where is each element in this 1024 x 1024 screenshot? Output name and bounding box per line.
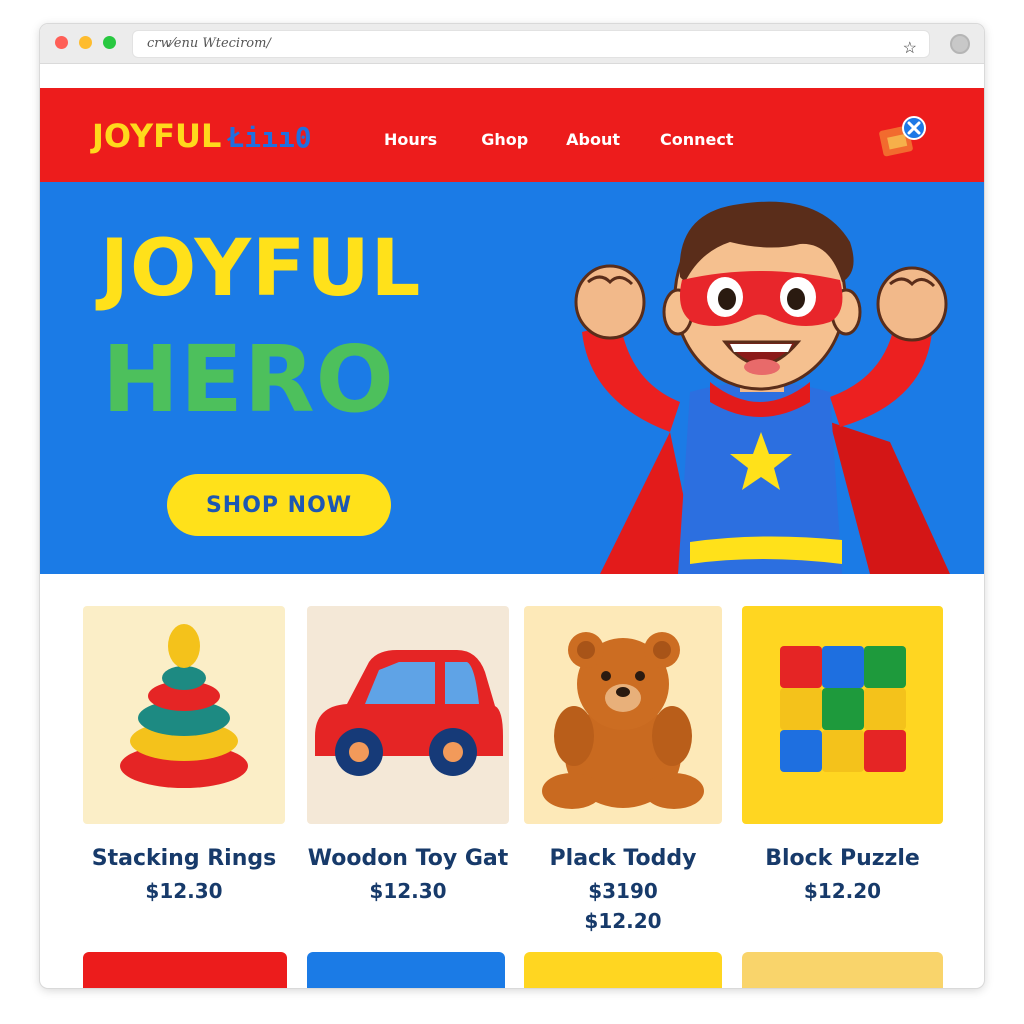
product-price-secondary: $12.20 bbox=[584, 909, 662, 933]
browser-window: crw⁄enu Wtecirom/ ☆ JOYFUL Łı̇ıı0 Hours G… bbox=[40, 24, 984, 988]
product-card-row2[interactable] bbox=[307, 952, 505, 988]
product-card-row2[interactable] bbox=[524, 952, 722, 988]
product-name: Woodon Toy Gat bbox=[307, 846, 509, 871]
nav-link-hours[interactable]: Hours bbox=[384, 130, 437, 149]
block-puzzle-icon bbox=[780, 646, 906, 772]
product-card-row2[interactable] bbox=[742, 952, 943, 988]
product-card[interactable]: Woodon Toy Gat $12.30 bbox=[307, 606, 509, 903]
superhero-kid-illustration bbox=[574, 201, 950, 574]
logo-word-2: Łı̇ıı0 bbox=[227, 121, 312, 154]
nav-link-shop[interactable]: Ghop bbox=[481, 130, 528, 149]
product-card[interactable]: Block Puzzle $12.20 bbox=[742, 606, 943, 903]
product-grid: Stacking Rings $12.30 Woodon Toy Gat $12… bbox=[40, 574, 984, 988]
product-image-block-puzzle[interactable] bbox=[742, 606, 943, 824]
product-card-row2[interactable] bbox=[83, 952, 287, 988]
product-price: $12.20 bbox=[803, 879, 882, 903]
product-card[interactable]: Plack Toddy $3190 $12.20 bbox=[524, 606, 722, 933]
toolbar-strip bbox=[40, 64, 984, 88]
teddy-bear-icon bbox=[542, 632, 704, 809]
product-image-teddy[interactable] bbox=[524, 606, 722, 824]
hero-title-line-1: JOYFUL bbox=[100, 224, 422, 314]
nav-link-connect[interactable]: Connect bbox=[660, 130, 734, 149]
address-text: crw⁄enu Wtecirom/ bbox=[147, 36, 271, 51]
minimize-window-icon[interactable] bbox=[79, 36, 92, 49]
hero-banner: JOYFUL HERO SHOP NOW bbox=[40, 182, 984, 574]
product-image-stacking-rings[interactable] bbox=[83, 606, 285, 824]
product-price: $12.30 bbox=[369, 879, 447, 903]
browser-chrome: crw⁄enu Wtecirom/ ☆ bbox=[40, 24, 984, 64]
toy-car-icon bbox=[315, 650, 503, 776]
profile-icon[interactable] bbox=[950, 34, 970, 54]
maximize-window-icon[interactable] bbox=[103, 36, 116, 49]
address-bar[interactable]: crw⁄enu Wtecirom/ ☆ bbox=[132, 30, 930, 58]
close-window-icon[interactable] bbox=[55, 36, 68, 49]
shopping-bag-icon bbox=[879, 116, 926, 157]
cart-button[interactable] bbox=[878, 116, 930, 162]
logo-word-1: JOYFUL bbox=[92, 117, 222, 155]
product-image-wooden-toy-car[interactable] bbox=[307, 606, 509, 824]
site-logo[interactable]: JOYFUL Łı̇ıı0 bbox=[92, 117, 312, 155]
product-card[interactable]: Stacking Rings $12.30 bbox=[83, 606, 285, 903]
hero-title-line-2: HERO bbox=[102, 326, 395, 433]
stacking-rings-icon bbox=[120, 624, 248, 788]
nav-link-about[interactable]: About bbox=[566, 130, 620, 149]
nav-links: Hours Ghop About Connect bbox=[384, 130, 734, 149]
product-price: $3190 bbox=[588, 879, 658, 903]
bookmark-star-icon[interactable]: ☆ bbox=[903, 35, 917, 61]
site-navbar: JOYFUL Łı̇ıı0 Hours Ghop About Connect bbox=[40, 88, 984, 182]
shop-now-button[interactable]: SHOP NOW bbox=[167, 474, 391, 536]
product-name: Stacking Rings bbox=[91, 846, 277, 871]
product-name: Plack Toddy bbox=[549, 846, 697, 871]
product-price: $12.30 bbox=[145, 879, 223, 903]
product-name: Block Puzzle bbox=[765, 846, 920, 871]
